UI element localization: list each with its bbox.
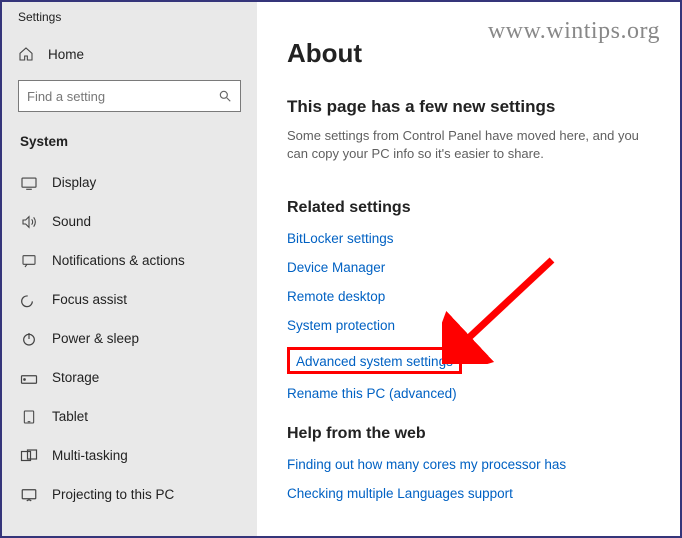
sidebar-item-label: Display xyxy=(52,175,96,190)
link-help-languages[interactable]: Checking multiple Languages support xyxy=(287,486,656,501)
app-title: Settings xyxy=(2,2,257,24)
link-advanced-system-settings[interactable]: Advanced system settings xyxy=(296,354,453,369)
annotation-arrow xyxy=(442,254,562,364)
power-icon xyxy=(20,331,38,347)
link-rename-pc[interactable]: Rename this PC (advanced) xyxy=(287,386,656,401)
focus-assist-icon xyxy=(20,292,38,308)
sidebar-item-notifications[interactable]: Notifications & actions xyxy=(2,241,257,280)
notifications-icon xyxy=(20,253,38,269)
sidebar-item-label: Power & sleep xyxy=(52,331,139,346)
projecting-icon xyxy=(20,487,38,503)
display-icon xyxy=(20,176,38,190)
search-icon xyxy=(218,89,232,103)
sidebar-item-label: Storage xyxy=(52,370,99,385)
search-input[interactable] xyxy=(27,89,218,104)
sidebar-item-label: Projecting to this PC xyxy=(52,487,174,502)
sidebar-item-display[interactable]: Display xyxy=(2,163,257,202)
highlight-advanced-system-settings: Advanced system settings xyxy=(287,347,462,374)
sidebar-item-sound[interactable]: Sound xyxy=(2,202,257,241)
tablet-icon xyxy=(20,409,38,425)
nav-list: Display Sound Notifications & actions Fo… xyxy=(2,163,257,514)
home-label: Home xyxy=(48,47,84,62)
link-help-cores[interactable]: Finding out how many cores my processor … xyxy=(287,457,656,472)
sidebar-item-label: Notifications & actions xyxy=(52,253,185,268)
sidebar-item-multitasking[interactable]: Multi-tasking xyxy=(2,436,257,475)
sidebar-item-label: Multi-tasking xyxy=(52,448,128,463)
sidebar-item-projecting[interactable]: Projecting to this PC xyxy=(2,475,257,514)
sidebar-item-focus-assist[interactable]: Focus assist xyxy=(2,280,257,319)
sidebar-item-storage[interactable]: Storage xyxy=(2,358,257,397)
sound-icon xyxy=(20,214,38,230)
search-box[interactable] xyxy=(18,80,241,112)
settings-window: www.wintips.org Settings Home System Dis… xyxy=(0,0,682,538)
link-bitlocker[interactable]: BitLocker settings xyxy=(287,231,656,246)
home-nav[interactable]: Home xyxy=(2,24,257,62)
sidebar: Settings Home System Display So xyxy=(2,2,257,536)
sidebar-item-label: Focus assist xyxy=(52,292,127,307)
page-subtitle: This page has a few new settings xyxy=(287,97,656,117)
multitasking-icon xyxy=(20,448,38,464)
page-description: Some settings from Control Panel have mo… xyxy=(287,127,656,163)
help-links: Finding out how many cores my processor … xyxy=(287,457,656,501)
sidebar-item-power-sleep[interactable]: Power & sleep xyxy=(2,319,257,358)
home-icon xyxy=(18,46,34,62)
sidebar-item-label: Sound xyxy=(52,214,91,229)
watermark-text: www.wintips.org xyxy=(488,18,660,45)
sidebar-item-tablet[interactable]: Tablet xyxy=(2,397,257,436)
help-heading: Help from the web xyxy=(287,425,656,443)
related-settings-heading: Related settings xyxy=(287,199,656,217)
sidebar-item-label: Tablet xyxy=(52,409,88,424)
section-header: System xyxy=(2,112,257,155)
storage-icon xyxy=(20,371,38,385)
